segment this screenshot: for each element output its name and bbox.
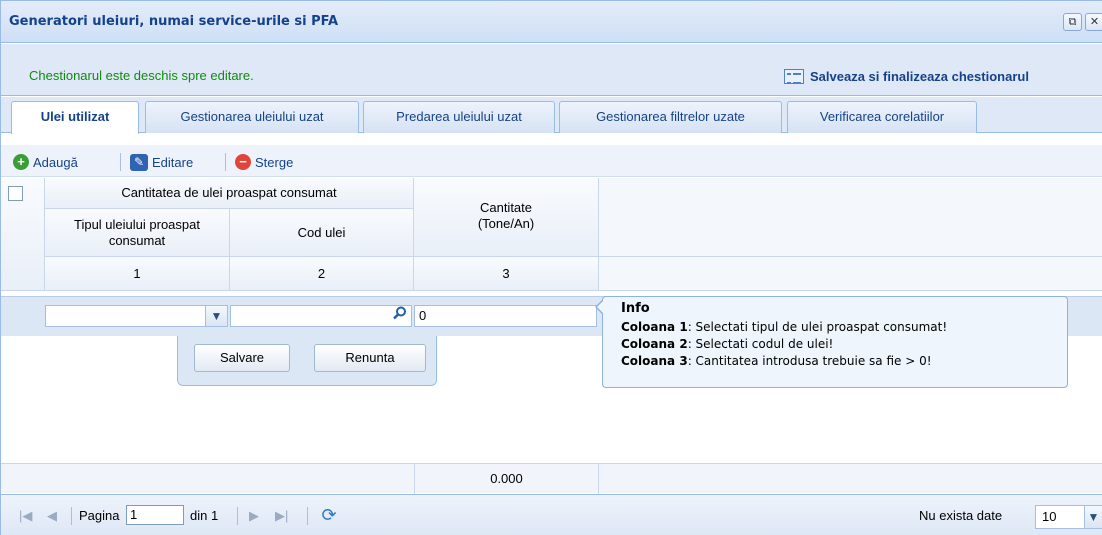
first-page-icon[interactable]: |◀ xyxy=(19,508,32,524)
tooltip-line-1-text: : Selectati tipul de ulei proaspat consu… xyxy=(687,320,948,334)
grid-toolbar: + Adaugă ✎ Editare − Sterge xyxy=(1,145,1102,177)
form-icon xyxy=(784,68,804,84)
tab-ulei-utilizat[interactable]: Ulei utilizat xyxy=(11,101,139,134)
edit-status-text: Chestionarul este deschis spre editare. xyxy=(29,68,254,83)
row-editor-buttons: Salvare Renunta xyxy=(177,336,437,386)
quantity-value: 0 xyxy=(419,308,427,323)
save-finalize-label: Salveaza si finalizeaza chestionarul xyxy=(810,68,1029,84)
tooltip-line-2-label: Coloana 2 xyxy=(621,337,688,351)
paging-toolbar: |◀ ◀ Pagina 1 din 1 ▶ ▶| ⟳ Nu exista dat… xyxy=(1,494,1102,535)
tab-gestionarea-filtrelor-uzate[interactable]: Gestionarea filtrelor uzate xyxy=(559,101,782,133)
chevron-down-icon[interactable]: ▼ xyxy=(205,306,227,326)
quantity-field[interactable]: 0 xyxy=(414,305,597,327)
col2-header[interactable]: Cod ulei xyxy=(230,209,414,257)
tab-gestionarea-uleiului-uzat[interactable]: Gestionarea uleiului uzat xyxy=(145,101,359,133)
header-filler xyxy=(599,257,1102,291)
page-number-input[interactable]: 1 xyxy=(126,505,184,525)
edit-label: Editare xyxy=(152,154,194,170)
plus-icon: + xyxy=(13,154,29,170)
page-size-select[interactable]: 10 ▼ xyxy=(1035,505,1102,529)
tooltip-line-2-text: : Selectati codul de ulei! xyxy=(687,337,834,351)
no-data-label: Nu exista date xyxy=(919,508,1003,523)
oil-code-field[interactable] xyxy=(230,305,412,327)
quantity-total: 0.000 xyxy=(414,464,599,494)
save-row-button[interactable]: Salvare xyxy=(194,344,290,372)
toolbar-separator xyxy=(120,153,121,171)
header-filler xyxy=(599,178,1102,257)
last-page-icon[interactable]: ▶| xyxy=(275,508,288,524)
next-page-icon[interactable]: ▶ xyxy=(249,508,259,524)
col3-header[interactable]: Cantitate (Tone/An) xyxy=(414,178,599,257)
toolbar-separator xyxy=(225,153,226,171)
pager-separator xyxy=(237,507,238,525)
col1-header[interactable]: Tipul uleiului proaspat consumat xyxy=(45,209,230,257)
close-icon[interactable]: ✕ xyxy=(1085,13,1102,31)
search-icon[interactable] xyxy=(389,306,411,326)
group-header: Cantitatea de ulei proaspat consumat xyxy=(45,178,414,209)
status-bar: Chestionarul este deschis spre editare. … xyxy=(1,44,1102,96)
summary-row: 0.000 xyxy=(1,463,1102,494)
restore-icon[interactable]: ⧉ xyxy=(1063,13,1082,31)
edit-icon: ✎ xyxy=(130,153,148,171)
grid-header: Cantitatea de ulei proaspat consumat Tip… xyxy=(1,178,1102,291)
pager-separator xyxy=(71,507,72,525)
delete-button[interactable]: − Sterge xyxy=(235,151,293,173)
window-title: Generatori uleiuri, numai service-urile … xyxy=(9,14,339,29)
refresh-icon[interactable]: ⟳ xyxy=(319,505,339,525)
tooltip-line-1-label: Coloana 1 xyxy=(621,320,688,334)
tooltip-line-1: Coloana 1: Selectati tipul de ulei proas… xyxy=(621,319,1067,336)
tab-verificarea-corelatiilor[interactable]: Verificarea corelatiilor xyxy=(787,101,977,133)
page-size-value: 10 xyxy=(1042,509,1057,524)
cancel-row-button[interactable]: Renunta xyxy=(314,344,426,372)
window-titlebar: Generatori uleiuri, numai service-urile … xyxy=(1,1,1102,43)
tooltip-line-3: Coloana 3: Cantitatea introdusa trebuie … xyxy=(621,353,1067,370)
tooltip-title: Info xyxy=(621,301,650,316)
col3-number: 3 xyxy=(414,257,599,291)
add-label: Adaugă xyxy=(33,154,78,170)
questionnaire-window: Generatori uleiuri, numai service-urile … xyxy=(0,0,1102,535)
tooltip-line-3-text: : Cantitatea introdusa trebuie sa fie > … xyxy=(687,354,932,368)
tab-strip: Ulei utilizat Gestionarea uleiului uzat … xyxy=(1,97,1102,134)
add-button[interactable]: + Adaugă xyxy=(13,151,78,173)
validation-tooltip: Info Coloana 1: Selectati tipul de ulei … xyxy=(595,296,1068,388)
tooltip-line-2: Coloana 2: Selectati codul de ulei! xyxy=(621,336,1067,353)
minus-icon: − xyxy=(235,154,251,170)
pager-separator xyxy=(307,507,308,525)
oil-type-combo[interactable]: ▼ xyxy=(45,305,228,327)
tab-predarea-uleiului-uzat[interactable]: Predarea uleiului uzat xyxy=(363,101,555,133)
edit-button[interactable]: ✎ Editare xyxy=(130,151,193,173)
col1-number: 1 xyxy=(45,257,230,291)
tooltip-line-3-label: Coloana 3 xyxy=(621,354,688,368)
page-count-label: din 1 xyxy=(190,508,219,523)
delete-label: Sterge xyxy=(255,154,294,170)
select-all-checkbox[interactable] xyxy=(8,186,23,201)
page-label: Pagina xyxy=(79,508,120,523)
prev-page-icon[interactable]: ◀ xyxy=(47,508,57,524)
chevron-down-icon[interactable]: ▼ xyxy=(1084,506,1102,528)
col2-number: 2 xyxy=(230,257,414,291)
save-finalize-button[interactable]: Salveaza si finalizeaza chestionarul xyxy=(784,65,1029,87)
tooltip-pointer xyxy=(595,299,604,315)
select-all-cell xyxy=(1,178,45,291)
